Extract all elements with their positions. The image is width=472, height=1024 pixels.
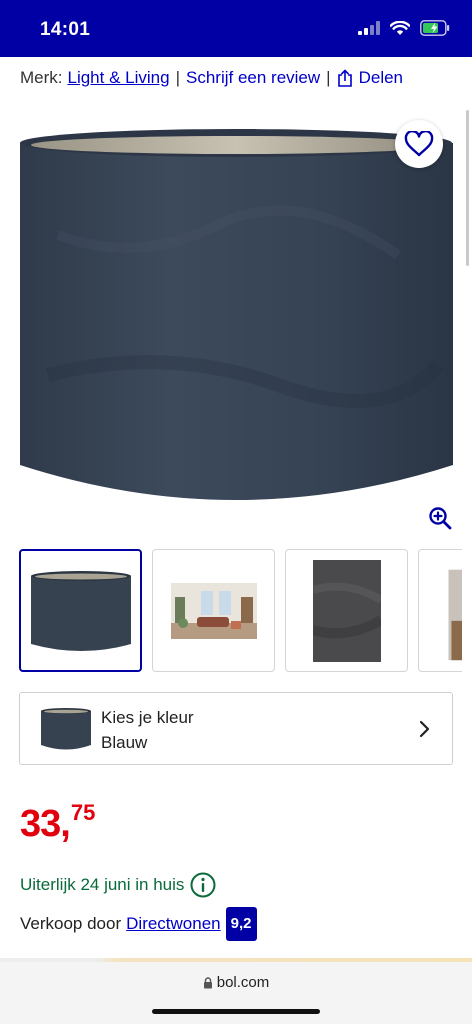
brand-row: Merk: Light & Living | Schrijf een revie… (20, 66, 460, 90)
price-main: 33, (20, 803, 71, 845)
seller-prefix: Verkoop door (20, 914, 122, 933)
share-button[interactable]: Delen (337, 68, 403, 88)
url-bar[interactable]: bol.com (0, 974, 472, 991)
color-swatch (41, 708, 91, 750)
zoom-in-icon (429, 507, 452, 530)
thumbnail-image (312, 559, 381, 662)
status-icons (358, 20, 450, 36)
heart-icon (404, 131, 434, 157)
price-fraction: 75 (70, 800, 96, 825)
color-label: Kies je kleur (101, 708, 194, 727)
lock-icon (203, 976, 212, 988)
info-icon[interactable] (190, 872, 216, 898)
separator: | (175, 68, 180, 87)
price: 33, 75 (20, 800, 96, 845)
thumbnail-3[interactable] (285, 549, 408, 672)
status-time: 14:01 (40, 19, 91, 40)
thumbnail-image (170, 582, 257, 639)
thumbnail-2[interactable] (152, 549, 275, 672)
status-bar: 14:01 (0, 0, 472, 57)
signal-icon (358, 21, 380, 35)
browser-bar: bol.com (0, 962, 472, 1024)
seller-link[interactable]: Directwonen (126, 914, 221, 934)
brand-link[interactable]: Light & Living (68, 68, 170, 88)
wifi-icon (390, 20, 410, 35)
zoom-button[interactable] (426, 504, 454, 532)
url-text: bol.com (216, 974, 270, 991)
seller-info: Verkoop door Directwonen 9,2 (20, 906, 257, 942)
delivery-text: Uiterlijk 24 juni in huis (20, 875, 185, 894)
color-selector[interactable]: Kies je kleur Blauw (19, 692, 453, 765)
brand-label: Merk: (20, 68, 63, 87)
thumbnail-4[interactable] (418, 549, 462, 672)
thumbnail-image (30, 570, 131, 651)
write-review-link[interactable]: Schrijf een review (186, 68, 320, 88)
thumbnail-image (448, 569, 462, 660)
share-label: Delen (358, 68, 404, 87)
thumbnail-strip (19, 549, 462, 673)
battery-icon (420, 20, 450, 36)
seller-rating-badge: 9,2 (225, 907, 257, 941)
favorite-button[interactable] (395, 120, 443, 168)
chevron-right-icon (419, 720, 430, 738)
home-indicator[interactable] (152, 1009, 320, 1014)
share-icon (337, 69, 352, 87)
delivery-info: Uiterlijk 24 juni in huis (20, 872, 216, 898)
scroll-indicator (466, 110, 469, 266)
product-image[interactable] (18, 115, 455, 515)
separator: | (326, 68, 331, 87)
thumbnail-1[interactable] (19, 549, 142, 672)
color-value: Blauw (101, 733, 148, 752)
